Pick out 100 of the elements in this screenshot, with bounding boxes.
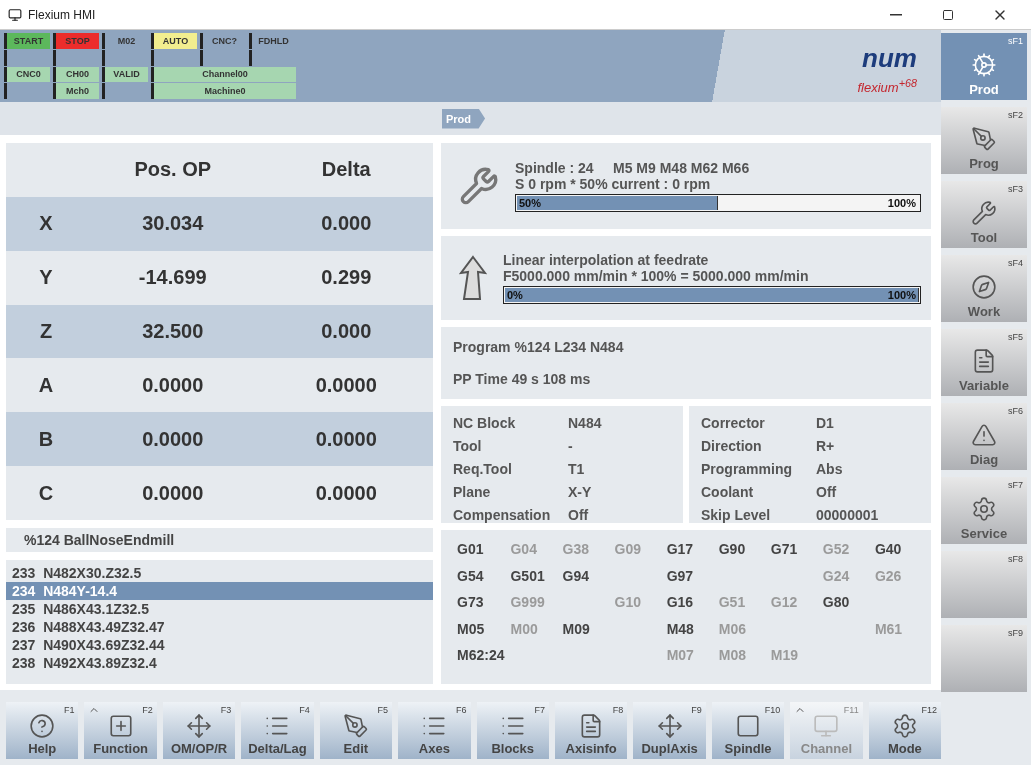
- status-indicator: VALID: [102, 66, 148, 83]
- modal-code: G73: [456, 594, 485, 611]
- info-label: Coolant: [701, 483, 755, 500]
- gear-icon: [971, 496, 997, 522]
- modal-code: M00: [509, 620, 539, 637]
- info-value: 00000001: [816, 506, 880, 523]
- key-hint: F5: [377, 705, 389, 715]
- plus-icon: [107, 713, 134, 739]
- modal-code: G999: [509, 594, 546, 611]
- info-value: -: [568, 437, 574, 454]
- modal-code: M62:24: [456, 647, 505, 664]
- axis-name: A: [37, 373, 55, 397]
- program-line[interactable]: 238 N492X43.89Z32.4: [6, 654, 433, 672]
- info-value: D1: [816, 414, 835, 431]
- key-hint: F7: [534, 705, 545, 715]
- modal-code: M05: [456, 620, 486, 637]
- function-key[interactable]: F12 Mode: [868, 702, 942, 759]
- key-hint: sF5: [1008, 332, 1023, 342]
- delta-value: 0.0000: [314, 373, 378, 397]
- info-label: Plane: [453, 483, 492, 500]
- status-indicator: CNC0: [4, 66, 50, 83]
- program-line[interactable]: 235 N486X43.1Z32.5: [6, 600, 433, 618]
- modal-code: G04: [509, 541, 538, 558]
- program-line[interactable]: 233 N482X30.Z32.5: [6, 564, 433, 582]
- info-label: Corrector: [701, 414, 766, 431]
- window-title: Flexium HMI: [28, 7, 97, 22]
- status-indicator: CNC?: [200, 33, 246, 49]
- progress-start-label: 50%: [519, 196, 542, 210]
- info-value: R+: [816, 437, 836, 454]
- spindle-speed: S 0 rpm * 50% current : 0 rpm: [515, 176, 712, 192]
- modal-code: G01: [456, 541, 485, 558]
- info-label: Programming: [701, 460, 793, 477]
- modal-code: G51: [717, 594, 747, 611]
- position-value: 30.034: [141, 212, 205, 236]
- info-label: Direction: [701, 437, 763, 454]
- modal-code: G90: [717, 541, 747, 558]
- position-value: 0.0000: [141, 481, 205, 505]
- info-label: Skip Level: [701, 506, 772, 523]
- function-key[interactable]: F8 Axisinfo: [554, 702, 628, 759]
- axis-name: C: [37, 481, 55, 505]
- modal-code: G80: [821, 594, 851, 611]
- function-key[interactable]: F3 OM/OP/R: [162, 702, 236, 759]
- function-key[interactable]: F9 DuplAxis: [633, 702, 706, 759]
- sidebar-tab[interactable]: sF2 Prog: [941, 107, 1027, 174]
- function-key[interactable]: F1 Help: [6, 702, 79, 759]
- maximize-icon: [942, 8, 954, 21]
- info-value: Off: [816, 483, 838, 500]
- gear-icon: [891, 713, 918, 739]
- key-hint: sF4: [1008, 258, 1023, 268]
- column-header: Pos. OP: [133, 158, 213, 182]
- move-icon: [656, 713, 683, 739]
- axis-name: Z: [38, 320, 54, 343]
- sidebar-tab[interactable]: sF9: [941, 625, 1027, 692]
- function-key[interactable]: F2 Function: [84, 702, 157, 759]
- info-label: Req.Tool: [453, 460, 513, 477]
- delta-value: 0.000: [320, 320, 373, 343]
- function-key[interactable]: F10 Spindle: [711, 702, 785, 759]
- wrench-icon: [971, 200, 997, 226]
- key-hint: sF2: [1008, 110, 1023, 120]
- status-indicator: CH00: [53, 66, 99, 83]
- position-value: -14.699: [137, 266, 208, 290]
- status-indicator: Mch0: [53, 83, 99, 99]
- function-key[interactable]: F4 Delta/Lag: [241, 702, 314, 759]
- program-info: Program %124 L234 N484: [453, 339, 625, 355]
- status-indicator: FDHLD: [249, 33, 295, 49]
- sidebar-tab[interactable]: sF6 Diag: [941, 403, 1027, 470]
- key-hint: sF8: [1008, 554, 1023, 564]
- axis-name: B: [37, 427, 55, 451]
- key-hint: F12: [921, 705, 938, 715]
- program-line[interactable]: 237 N490X43.69Z32.44: [6, 636, 433, 654]
- function-key[interactable]: F5 Edit: [319, 702, 393, 759]
- info-label: Compensation: [453, 506, 552, 523]
- sidebar-tab[interactable]: sF8: [941, 551, 1027, 618]
- program-line[interactable]: 236 N488X43.49Z32.47: [6, 618, 433, 636]
- function-key[interactable]: F6 Axes: [398, 702, 471, 759]
- modal-code: G09: [613, 541, 643, 558]
- sidebar-tab[interactable]: sF5 Variable: [941, 329, 1027, 396]
- help-icon: [29, 713, 56, 739]
- progress-end-label: 100%: [887, 288, 916, 302]
- status-indicator: START: [4, 33, 50, 49]
- function-key[interactable]: F7 Blocks: [476, 702, 549, 759]
- key-hint: F9: [691, 705, 702, 715]
- modal-code: G26: [873, 567, 903, 584]
- position-value: 32.500: [141, 320, 205, 343]
- move-icon: [186, 713, 213, 739]
- delta-value: 0.0000: [314, 427, 378, 451]
- key-hint: sF6: [1008, 406, 1023, 416]
- status-indicator: AUTO: [151, 33, 197, 49]
- spindle-status: Spindle : 24 M5 M9 M48 M62 M66: [515, 160, 751, 176]
- progress-end-label: 100%: [887, 196, 916, 210]
- key-hint: F4: [299, 705, 310, 715]
- modal-code: G17: [665, 541, 695, 558]
- info-label: Tool: [453, 437, 483, 454]
- modal-code: G10: [613, 594, 643, 611]
- sidebar-tab[interactable]: sF4 Work: [941, 255, 1027, 322]
- modal-code: M09: [561, 620, 591, 637]
- sidebar-tab[interactable]: sF3 Tool: [941, 181, 1027, 248]
- sidebar-tab[interactable]: sF7 Service: [941, 477, 1027, 544]
- modal-code: G501: [509, 567, 546, 584]
- tool-icon: [459, 166, 499, 206]
